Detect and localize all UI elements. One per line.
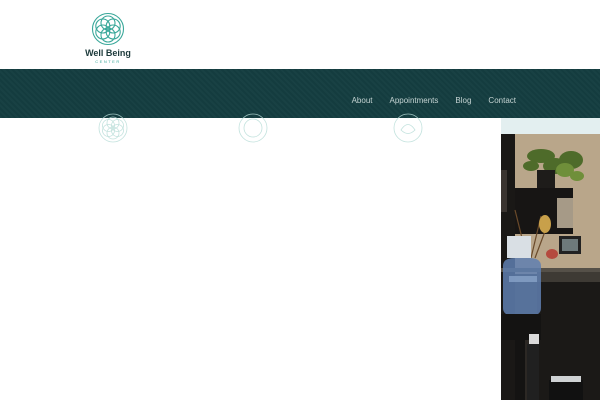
circle-ornament-icon [238, 113, 268, 143]
brand-subtitle: CENTER [95, 59, 121, 64]
nav-menu: About Appointments Blog Contact [335, 96, 516, 105]
nav-link-appointments[interactable]: Appointments [389, 96, 438, 105]
site-header: Well Being CENTER [0, 0, 600, 69]
flower-of-life-icon [98, 113, 128, 143]
nav-item-about: About [335, 96, 373, 105]
circle-ornament-icon [393, 113, 423, 143]
office-photo-icon [501, 118, 600, 400]
office-photo [501, 118, 600, 400]
flower-of-life-icon [91, 12, 125, 46]
nav-link-contact[interactable]: Contact [488, 96, 516, 105]
nav-item-contact: Contact [471, 96, 516, 105]
page: Well Being CENTER About Appointments Blo… [0, 0, 600, 400]
nav-link-about[interactable]: About [352, 96, 373, 105]
nav-item-appointments: Appointments [372, 96, 438, 105]
nav-item-blog: Blog [438, 96, 471, 105]
logo-link[interactable]: Well Being CENTER [82, 12, 134, 66]
main-navbar: About Appointments Blog Contact [0, 69, 600, 118]
nav-link-blog[interactable]: Blog [455, 96, 471, 105]
brand-name: Well Being [85, 48, 131, 58]
